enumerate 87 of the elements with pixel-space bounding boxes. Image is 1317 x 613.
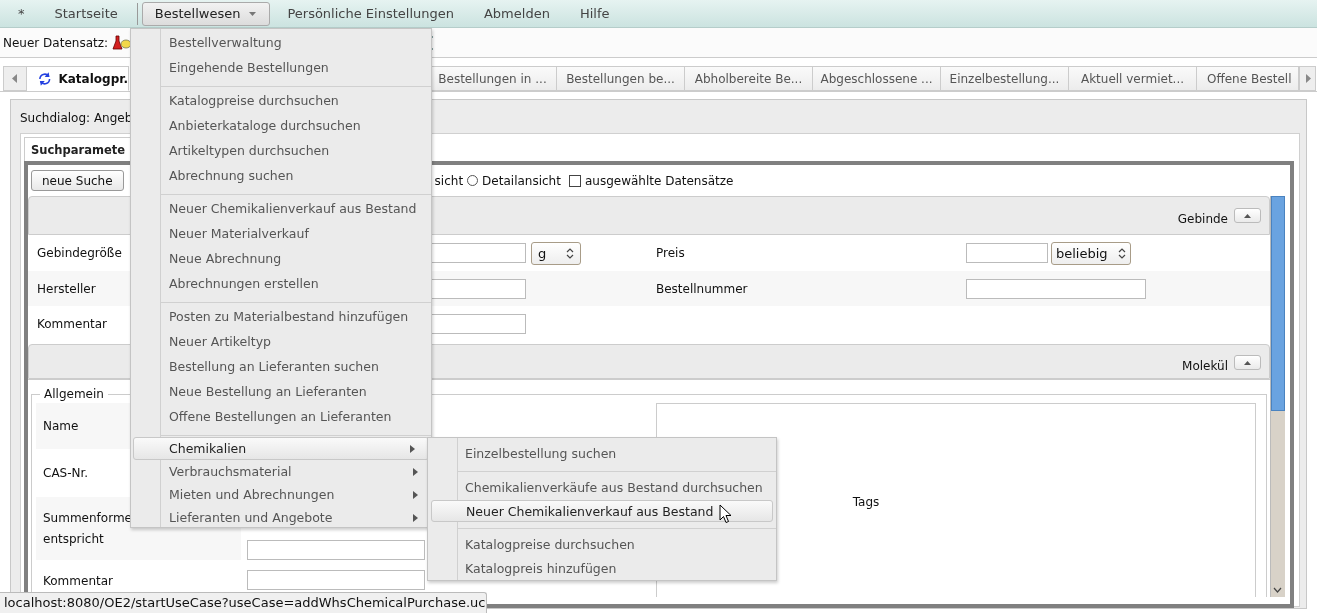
section-title: Gebinde bbox=[1177, 212, 1228, 226]
input-field[interactable] bbox=[966, 278, 1146, 299]
menu-item[interactable]: Abrechnung suchen bbox=[131, 163, 431, 188]
input-field[interactable] bbox=[966, 243, 1048, 263]
menu-item[interactable]: Verbrauchsmaterial bbox=[131, 460, 431, 483]
input-field[interactable] bbox=[430, 243, 526, 263]
url-tooltip: localhost:8080/OE2/startUseCase?useCase=addWhsChemicalPurchase.uc bbox=[0, 592, 487, 613]
mouse-pointer-icon bbox=[719, 504, 732, 524]
group-title: Allgemein bbox=[40, 387, 108, 401]
input-field[interactable] bbox=[430, 313, 526, 334]
tab[interactable]: Aktuell vermiet... bbox=[1069, 66, 1197, 91]
menu-item[interactable]: Neuer Artikeltyp bbox=[131, 329, 431, 354]
tab[interactable]: Abgeschlossene ... bbox=[813, 66, 941, 91]
menu-item[interactable]: Neuer Chemikalienverkauf aus Bestand bbox=[131, 196, 431, 221]
spinner-icon bbox=[1118, 247, 1126, 259]
input-field[interactable] bbox=[247, 570, 425, 590]
menu-item[interactable]: Posten zu Materialbestand hinzufügen bbox=[131, 304, 431, 329]
left-arrow-icon bbox=[12, 74, 18, 83]
scroll-down-icon[interactable] bbox=[1273, 587, 1282, 593]
tab[interactable]: Bestellungen in ... bbox=[429, 66, 557, 91]
menu-item[interactable]: Mieten und Abrechnungen bbox=[131, 483, 431, 506]
menu-item[interactable]: Chemikalien bbox=[133, 437, 429, 460]
field-label: Bestellnummer bbox=[656, 281, 748, 296]
tab[interactable]: Offene Bestell bbox=[1197, 66, 1299, 91]
field-label: Preis bbox=[656, 246, 685, 260]
collapse-button[interactable] bbox=[1234, 355, 1261, 370]
submenu-arrow-icon bbox=[413, 513, 418, 522]
input-field[interactable] bbox=[247, 540, 425, 560]
right-arrow-icon bbox=[1304, 74, 1311, 83]
tab[interactable]: Suchparamete bbox=[24, 137, 131, 161]
tags-label: Tags bbox=[852, 495, 880, 509]
menu-item[interactable]: Katalogpreise durchsuchen bbox=[131, 88, 431, 113]
menu-item[interactable]: Lieferanten und Angebote bbox=[131, 506, 431, 529]
menu-item[interactable]: Neue Bestellung an Lieferanten bbox=[131, 379, 431, 404]
radio-label: sicht bbox=[434, 173, 464, 188]
submenu-arrow-icon bbox=[410, 444, 415, 453]
toolbar-label: Neuer Datensatz: bbox=[3, 35, 109, 50]
tab[interactable]: Abholbereite Be... bbox=[685, 66, 813, 91]
refresh-icon bbox=[37, 70, 53, 87]
radio-label: Detailansicht bbox=[482, 173, 561, 188]
scroll-left-button[interactable] bbox=[3, 66, 27, 91]
menu-item[interactable]: Chemikalienverkäufe aus Bestand durchsuchen bbox=[428, 475, 776, 499]
menu-item[interactable]: Katalogpreise durchsuchen bbox=[428, 532, 776, 556]
field-label: Summenforme entspricht bbox=[43, 510, 132, 548]
submenu-arrow-icon bbox=[413, 467, 418, 476]
menu-item[interactable]: Katalogpreis hinzufügen bbox=[428, 556, 776, 580]
field-label: Kommentar bbox=[37, 316, 107, 331]
caret-icon bbox=[1243, 359, 1252, 366]
menu-item[interactable]: Bestellung an Lieferanten suchen bbox=[131, 354, 431, 379]
checkbox-label: ausgewählte Datensätze bbox=[584, 173, 734, 188]
section-title: Molekül bbox=[1182, 359, 1228, 373]
field-label: Kommentar bbox=[43, 573, 113, 590]
tab[interactable]: Einzelbestellung... bbox=[941, 66, 1069, 91]
menu-item[interactable]: Artikeltypen durchsuchen bbox=[131, 138, 431, 163]
scrollbar[interactable] bbox=[1270, 196, 1285, 597]
menu-bar-item[interactable]: Abmelden bbox=[470, 1, 563, 26]
tab[interactable]: Bestellungen be... bbox=[557, 66, 685, 91]
spinner-icon bbox=[566, 247, 574, 259]
flask-icon[interactable] bbox=[112, 33, 133, 52]
menu-item[interactable]: Neuer Materialverkauf bbox=[131, 221, 431, 246]
tab[interactable]: Katalogpr. bbox=[27, 66, 129, 91]
menu-bar-item[interactable]: Hilfe bbox=[566, 1, 623, 26]
menu-item[interactable]: Anbieterkataloge durchsuchen bbox=[131, 113, 431, 138]
condition-select[interactable]: beliebig bbox=[1051, 241, 1131, 265]
collapse-button[interactable] bbox=[1234, 208, 1261, 223]
menu-item[interactable]: Eingehende Bestellungen bbox=[131, 55, 431, 80]
new-search-button[interactable]: neue Suche bbox=[31, 170, 124, 191]
checkbox[interactable] bbox=[568, 174, 581, 187]
field-label: Hersteller bbox=[37, 281, 96, 296]
field-label: CAS-Nr. bbox=[43, 464, 89, 482]
menu-bar-item[interactable]: Startseite bbox=[41, 1, 131, 26]
menu-item[interactable]: Neue Abrechnung bbox=[131, 246, 431, 271]
field-label: Name bbox=[43, 417, 79, 435]
submenu-arrow-icon bbox=[413, 490, 418, 499]
input-field[interactable] bbox=[430, 278, 526, 299]
menu-item[interactable]: Offene Bestellungen an Lieferanten bbox=[131, 404, 431, 429]
menu-item[interactable]: Bestellverwaltung bbox=[131, 30, 431, 55]
unit-select[interactable]: g bbox=[531, 241, 581, 265]
scroll-right-button[interactable] bbox=[1299, 66, 1316, 91]
menu-bar-item[interactable]: Bestellwesen bbox=[141, 1, 271, 26]
menu-bar-item[interactable]: Persönliche Einstellungen bbox=[274, 1, 467, 26]
menu-item[interactable]: Neuer Chemikalienverkauf aus Bestand bbox=[431, 500, 773, 522]
caret-icon bbox=[1243, 212, 1252, 219]
menu-bar-item[interactable]: * bbox=[5, 1, 38, 26]
menu-item[interactable]: Abrechnungen erstellen bbox=[131, 271, 431, 296]
menu-item[interactable]: Einzelbestellung suchen bbox=[428, 441, 776, 465]
field-label: Gebindegröße bbox=[37, 246, 122, 260]
